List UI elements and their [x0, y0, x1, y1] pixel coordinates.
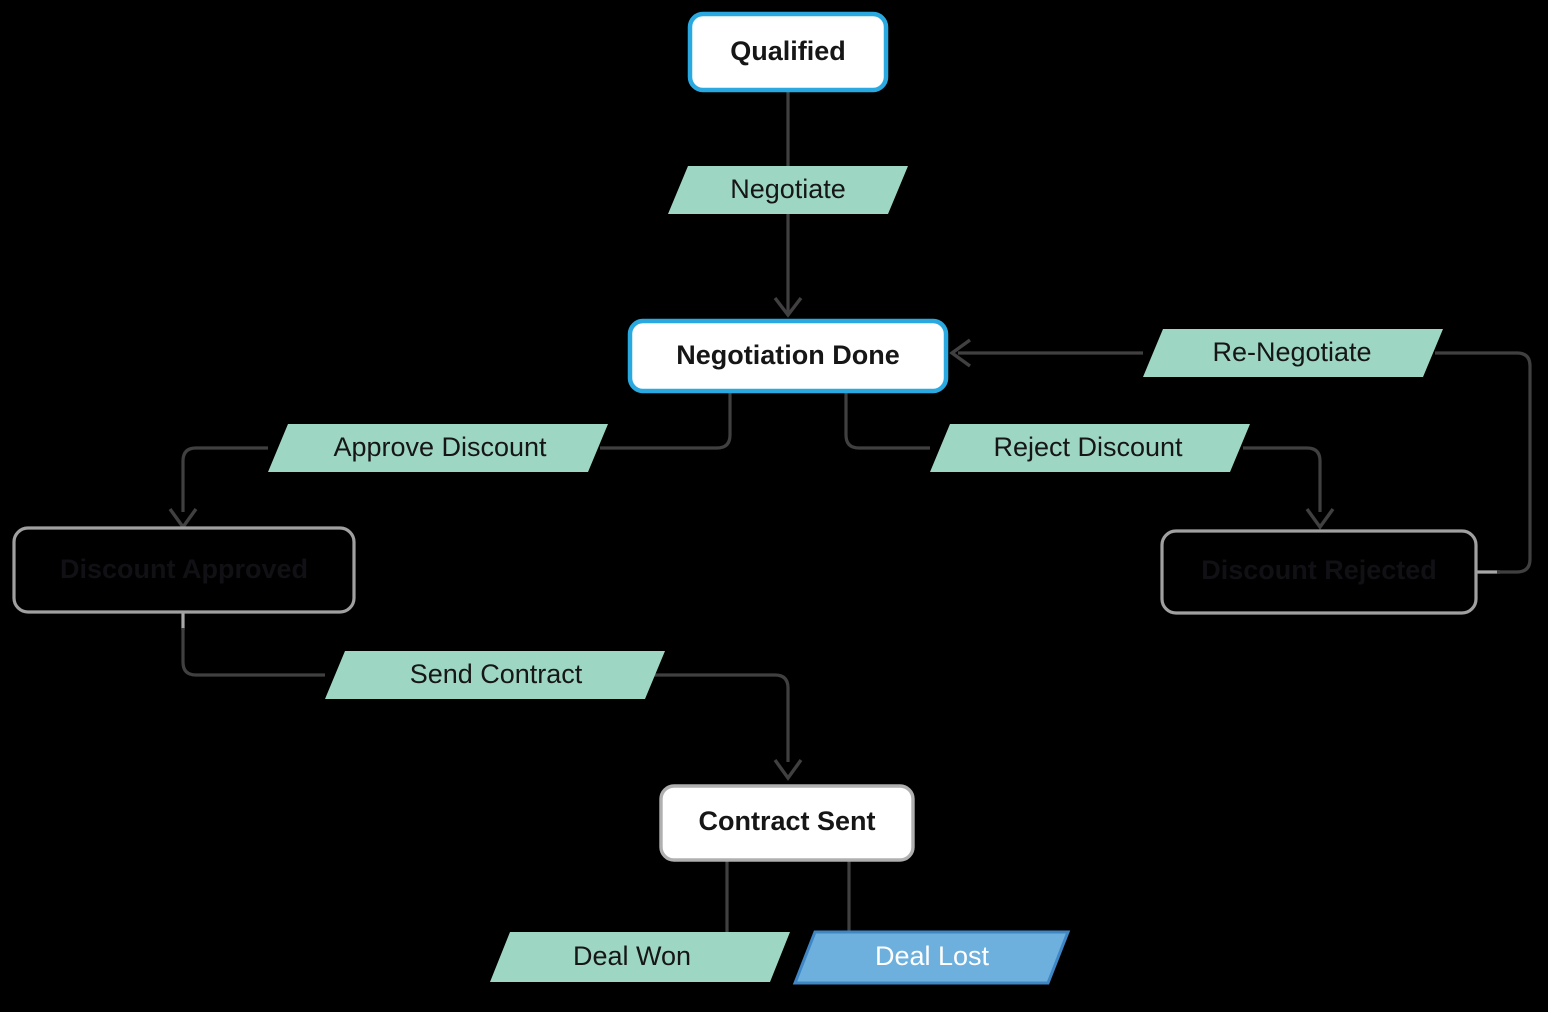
transition-negotiate[interactable]: Negotiate: [668, 166, 908, 214]
transition-negotiate-label: Negotiate: [730, 174, 846, 204]
edge-negotiation-done-to-approve-discount: [600, 392, 732, 450]
state-contract-sent[interactable]: Contract Sent: [659, 784, 915, 862]
edge-negotiation-done-to-reject-discount: [844, 392, 930, 450]
edge-reject-discount-to-discount-rejected: [1243, 446, 1322, 512]
edge-discount-approved-to-send-contract: [181, 628, 325, 677]
transition-re-negotiate-label: Re-Negotiate: [1212, 337, 1371, 367]
transition-deal-lost-label: Deal Lost: [875, 941, 990, 971]
state-discount-rejected-label: Discount Rejected: [1201, 555, 1437, 585]
transition-send-contract[interactable]: Send Contract: [325, 651, 665, 699]
state-negotiation-done[interactable]: Negotiation Done: [627, 318, 949, 394]
transition-deal-won-label: Deal Won: [573, 941, 691, 971]
state-discount-rejected[interactable]: Discount Rejected: [1160, 529, 1478, 615]
state-qualified-label: Qualified: [730, 36, 846, 66]
arrowhead-contract-sent-top: [773, 759, 803, 781]
edge-discount-rejected-loop-to-re-negotiate: [1435, 351, 1532, 574]
state-negotiation-done-label: Negotiation Done: [676, 340, 900, 370]
transition-approve-discount-label: Approve Discount: [333, 432, 547, 462]
edge-send-contract-to-contract-sent: [650, 673, 790, 762]
transition-re-negotiate[interactable]: Re-Negotiate: [1143, 329, 1443, 377]
diagram-canvas: Negotiate Approve Discount Reject Discou…: [0, 0, 1548, 1012]
transition-reject-discount-label: Reject Discount: [993, 432, 1183, 462]
state-qualified[interactable]: Qualified: [687, 11, 889, 93]
transition-deal-lost[interactable]: Deal Lost: [792, 930, 1071, 985]
edge-approve-discount-to-discount-approved: [181, 446, 268, 512]
transition-approve-discount[interactable]: Approve Discount: [268, 424, 608, 472]
state-discount-approved-label: Discount Approved: [60, 554, 308, 584]
transition-deal-won[interactable]: Deal Won: [490, 932, 790, 982]
state-discount-approved[interactable]: Discount Approved: [12, 526, 356, 614]
transition-reject-discount[interactable]: Reject Discount: [930, 424, 1250, 472]
state-contract-sent-label: Contract Sent: [698, 806, 875, 836]
state-layer: Qualified Negotiation Done Discount Appr…: [12, 11, 1478, 862]
transition-send-contract-label: Send Contract: [410, 659, 583, 689]
